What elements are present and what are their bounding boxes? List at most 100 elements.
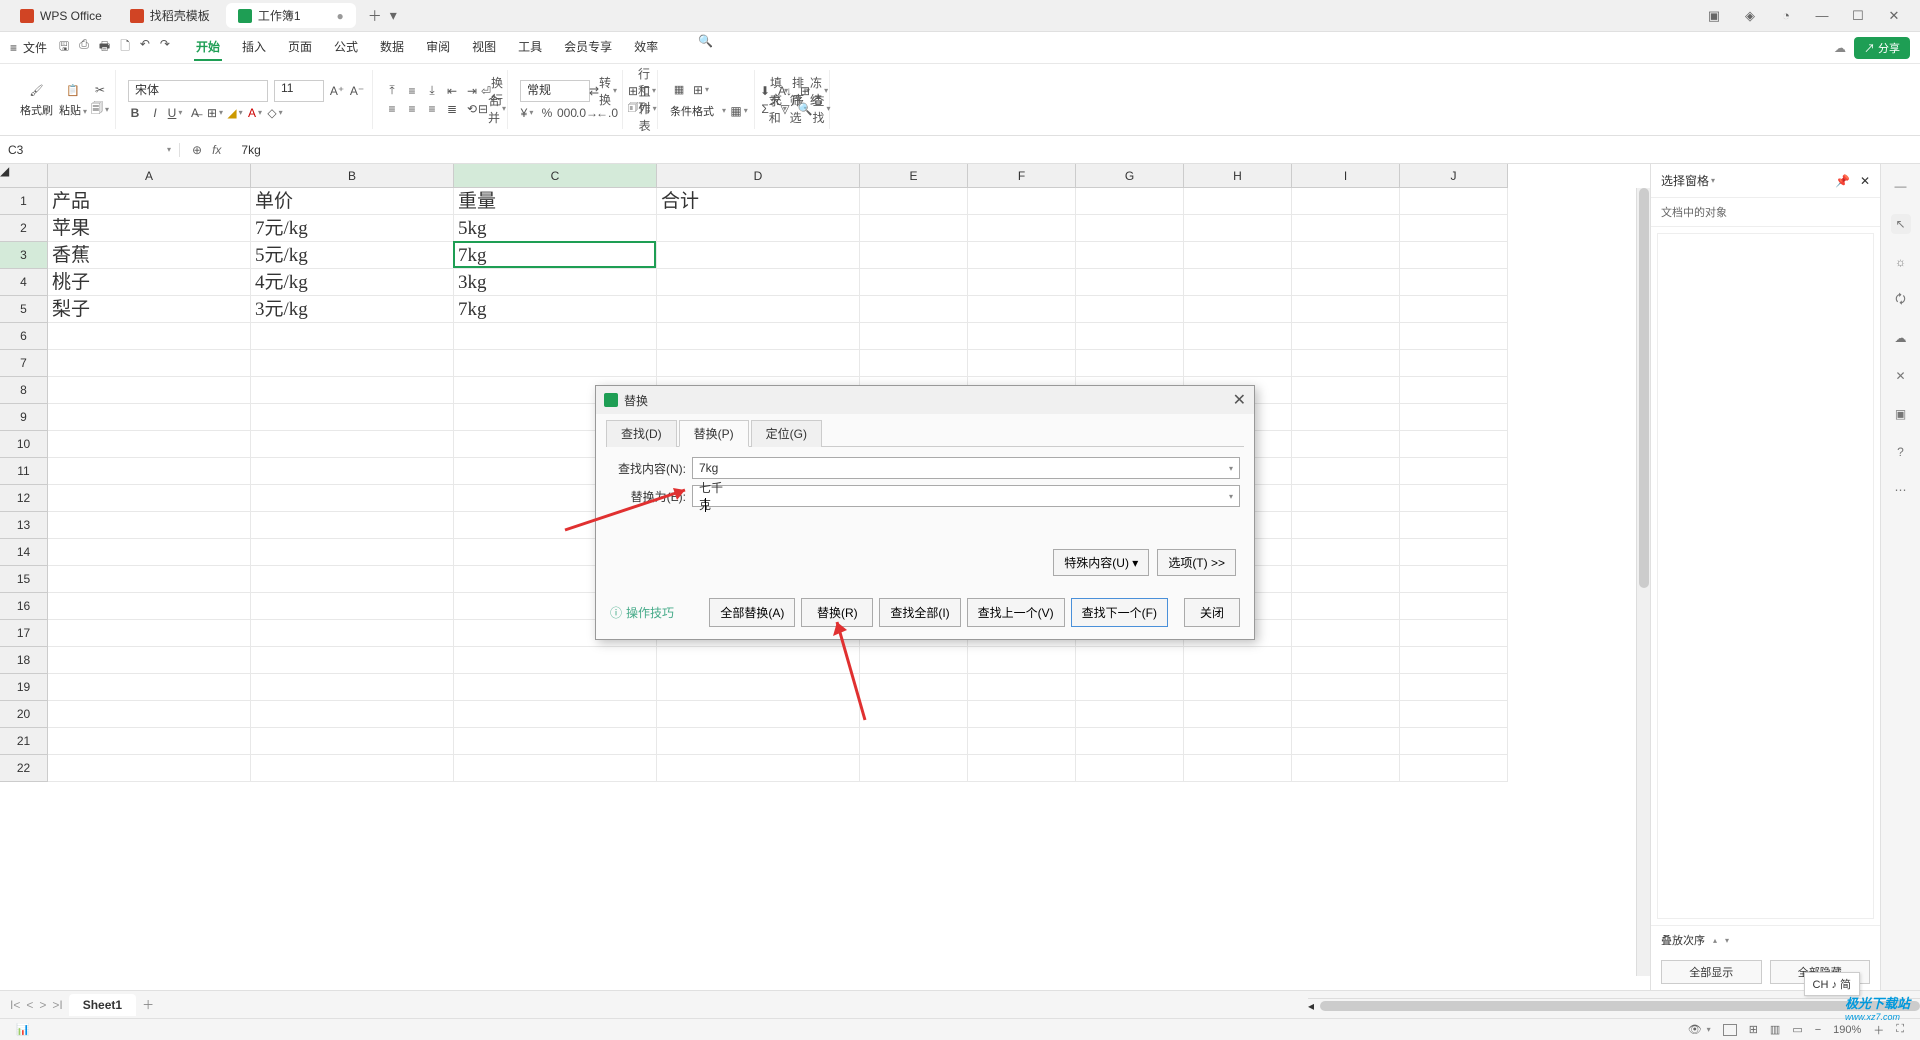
cell-C18[interactable] <box>454 647 657 674</box>
row-header-9[interactable]: 9 <box>0 404 48 431</box>
row-header-11[interactable]: 11 <box>0 458 48 485</box>
cell-J18[interactable] <box>1400 647 1508 674</box>
align-right-icon[interactable]: ≡ <box>425 102 439 116</box>
cell-I1[interactable] <box>1292 188 1400 215</box>
select-icon[interactable]: ↖ <box>1891 214 1911 234</box>
view-normal-icon[interactable] <box>1723 1024 1737 1036</box>
up-icon[interactable]: ▴ <box>1713 936 1717 945</box>
cube-icon[interactable]: ◈ <box>1732 4 1768 28</box>
cell-I9[interactable] <box>1292 404 1400 431</box>
cell-J3[interactable] <box>1400 242 1508 269</box>
app-tab-wps[interactable]: WPS Office <box>8 5 114 27</box>
cell-B20[interactable] <box>251 701 454 728</box>
cell-E1[interactable] <box>860 188 968 215</box>
view-break-icon[interactable]: ▥ <box>1770 1023 1780 1036</box>
decrease-font-icon[interactable]: A⁻ <box>350 84 364 98</box>
cell-H21[interactable] <box>1184 728 1292 755</box>
cell-A16[interactable] <box>48 593 251 620</box>
cell-I2[interactable] <box>1292 215 1400 242</box>
sheet-nav-next[interactable]: > <box>39 998 46 1012</box>
cell-F4[interactable] <box>968 269 1076 296</box>
cell-F5[interactable] <box>968 296 1076 323</box>
col-header-A[interactable]: A <box>48 164 251 188</box>
cell-A8[interactable] <box>48 377 251 404</box>
cell-D7[interactable] <box>657 350 860 377</box>
appbox-icon[interactable]: ▣ <box>1696 4 1732 28</box>
cell-H5[interactable] <box>1184 296 1292 323</box>
redo-icon[interactable]: ↷ <box>160 37 170 58</box>
cell-B2[interactable]: 7元/kg <box>251 215 454 242</box>
cell-J16[interactable] <box>1400 593 1508 620</box>
cell-B3[interactable]: 5元/kg <box>251 242 454 269</box>
col-header-C[interactable]: C <box>454 164 657 188</box>
dialog-titlebar[interactable]: 替换 ✕ <box>596 386 1254 414</box>
bold-icon[interactable]: B <box>128 106 142 120</box>
font-name-select[interactable]: 宋体 <box>128 80 268 102</box>
close-button[interactable]: 关闭 <box>1184 598 1240 627</box>
save-icon[interactable]: 🖫 <box>59 37 69 58</box>
cell-J19[interactable] <box>1400 674 1508 701</box>
show-all-button[interactable]: 全部显示 <box>1661 960 1762 984</box>
cell-A5[interactable]: 梨子 <box>48 296 251 323</box>
cell-J2[interactable] <box>1400 215 1508 242</box>
cell-I20[interactable] <box>1292 701 1400 728</box>
collapse-icon[interactable]: — <box>1891 176 1911 196</box>
tab-menu-icon[interactable]: ▾ <box>390 7 397 24</box>
row-header-13[interactable]: 13 <box>0 512 48 539</box>
cell-H19[interactable] <box>1184 674 1292 701</box>
cell-J20[interactable] <box>1400 701 1508 728</box>
fx-icon[interactable]: fx <box>212 143 221 157</box>
cell-A12[interactable] <box>48 485 251 512</box>
dialog-close-button[interactable]: ✕ <box>1233 390 1246 410</box>
cell-F7[interactable] <box>968 350 1076 377</box>
avatar-icon[interactable]: ◔ <box>1768 4 1804 28</box>
cell-H18[interactable] <box>1184 647 1292 674</box>
align-center-icon[interactable]: ≡ <box>405 102 419 116</box>
reader-icon[interactable]: ▭ <box>1792 1023 1802 1036</box>
cell-E7[interactable] <box>860 350 968 377</box>
cell-A17[interactable] <box>48 620 251 647</box>
cell-B21[interactable] <box>251 728 454 755</box>
row-header-18[interactable]: 18 <box>0 647 48 674</box>
special-content-button[interactable]: 特殊内容(U) ▾ <box>1053 549 1149 576</box>
minimize-button[interactable]: — <box>1804 4 1840 28</box>
cell-A6[interactable] <box>48 323 251 350</box>
cell-B6[interactable] <box>251 323 454 350</box>
chevron-down-icon[interactable]: ▾ <box>1229 464 1233 473</box>
cell-J5[interactable] <box>1400 296 1508 323</box>
cell-J11[interactable] <box>1400 458 1508 485</box>
cell-D2[interactable] <box>657 215 860 242</box>
close-panel-icon[interactable]: ✕ <box>1860 174 1870 188</box>
cloud-icon[interactable]: ☁ <box>1834 41 1846 55</box>
col-header-F[interactable]: F <box>968 164 1076 188</box>
cell-B13[interactable] <box>251 512 454 539</box>
tab-member[interactable]: 会员专享 <box>562 34 614 61</box>
cell-H20[interactable] <box>1184 701 1292 728</box>
cell-A19[interactable] <box>48 674 251 701</box>
cell-C5[interactable]: 7kg <box>454 296 657 323</box>
row-header-5[interactable]: 5 <box>0 296 48 323</box>
close-button[interactable]: ✕ <box>1876 4 1912 28</box>
cell-J7[interactable] <box>1400 350 1508 377</box>
font-color-icon[interactable]: A▾ <box>248 106 262 120</box>
layout-icon[interactable]: ▣ <box>1891 404 1911 424</box>
align-top-icon[interactable]: ⤒ <box>385 84 399 98</box>
status-mode-icon[interactable]: 📊 <box>16 1023 30 1036</box>
cell-B5[interactable]: 3元/kg <box>251 296 454 323</box>
align-left-icon[interactable]: ≡ <box>385 102 399 116</box>
cell-D1[interactable]: 合计 <box>657 188 860 215</box>
row-header-19[interactable]: 19 <box>0 674 48 701</box>
cell-J4[interactable] <box>1400 269 1508 296</box>
cell-J8[interactable] <box>1400 377 1508 404</box>
cell-G20[interactable] <box>1076 701 1184 728</box>
cell-F22[interactable] <box>968 755 1076 782</box>
replace-input[interactable]: 七千克 ▾ <box>692 485 1240 507</box>
preview-icon[interactable]: 🗋 <box>120 37 130 58</box>
col-header-D[interactable]: D <box>657 164 860 188</box>
cell-A14[interactable] <box>48 539 251 566</box>
fill-color-icon[interactable]: ◢▾ <box>228 106 242 120</box>
cell-D5[interactable] <box>657 296 860 323</box>
settings-icon[interactable]: ☼ <box>1891 252 1911 272</box>
clear-icon[interactable]: ◇▾ <box>268 106 282 120</box>
cell-J17[interactable] <box>1400 620 1508 647</box>
